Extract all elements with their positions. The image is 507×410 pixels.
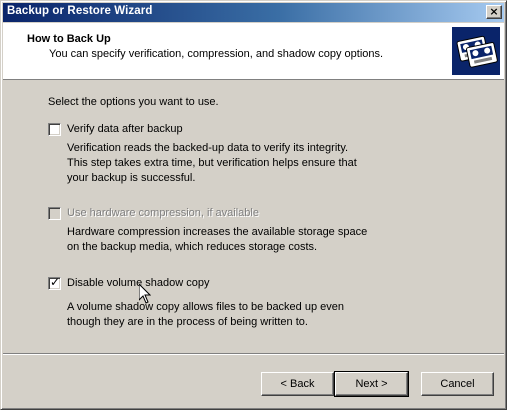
- checkmark-icon: ✓: [50, 275, 61, 289]
- hardware-compression-description-line: on the backup media, which reduces stora…: [67, 241, 318, 253]
- intro-text: Select the options you want to use.: [48, 96, 219, 108]
- window-title: Backup or Restore Wizard: [7, 5, 153, 17]
- disable-shadow-copy-checkbox[interactable]: ✓: [48, 275, 61, 290]
- page-title: How to Back Up: [27, 33, 111, 45]
- verify-description-line: Verification reads the backed-up data to…: [67, 142, 349, 154]
- hardware-compression-label: Use hardware compression, if available: [67, 207, 259, 219]
- mouse-cursor-icon: [138, 282, 152, 307]
- hardware-compression-description: Hardware compression increases the avail…: [67, 225, 367, 255]
- title-bar[interactable]: Backup or Restore Wizard ×: [3, 3, 504, 22]
- footer-separator: [3, 353, 504, 355]
- verify-checkbox[interactable]: [48, 123, 61, 136]
- disable-shadow-copy-description: A volume shadow copy allows files to be …: [67, 300, 344, 330]
- verify-description-line: your backup is successful.: [67, 172, 196, 184]
- disable-shadow-copy-description-line: A volume shadow copy allows files to be …: [67, 301, 344, 313]
- hardware-compression-checkbox: [48, 207, 61, 220]
- verify-description: Verification reads the backed-up data to…: [67, 141, 357, 186]
- backup-tapes-icon: [452, 27, 500, 75]
- page-subtitle: You can specify verification, compressio…: [49, 48, 384, 60]
- close-button[interactable]: ×: [486, 5, 502, 19]
- wizard-header: How to Back Up You can specify verificat…: [3, 23, 504, 80]
- next-button[interactable]: Next >: [334, 371, 409, 397]
- back-button[interactable]: < Back: [261, 372, 334, 396]
- disable-shadow-copy-description-line: though they are in the process of being …: [67, 316, 308, 328]
- verify-label[interactable]: Verify data after backup: [67, 123, 183, 135]
- hardware-compression-description-line: Hardware compression increases the avail…: [67, 226, 368, 238]
- close-icon: ×: [489, 5, 499, 18]
- cancel-button[interactable]: Cancel: [421, 372, 494, 396]
- wizard-window: Backup or Restore Wizard × How to Back U…: [0, 0, 507, 410]
- verify-description-line: This step takes extra time, but verifica…: [67, 157, 357, 169]
